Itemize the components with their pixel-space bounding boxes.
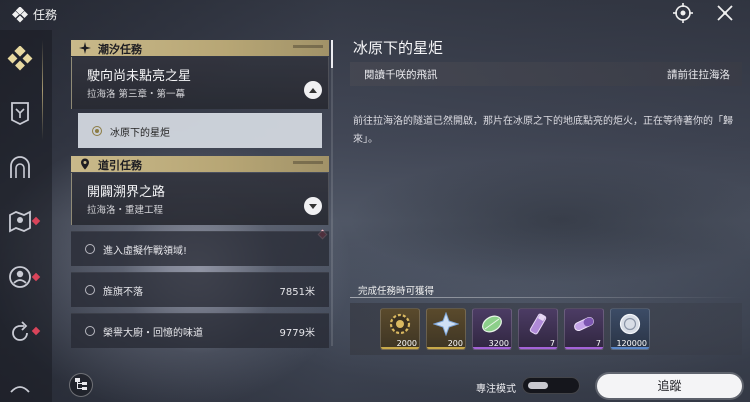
step-radio	[92, 126, 102, 136]
sidebar	[0, 30, 44, 402]
reward-item[interactable]: 2000	[380, 308, 420, 350]
leaf-token-icon	[473, 309, 511, 339]
sidebar-item-banner[interactable]	[5, 100, 35, 130]
map-icon	[7, 208, 33, 238]
refresh-icon	[7, 320, 33, 350]
map-target-icon[interactable]	[672, 2, 694, 24]
sidebar-item-quests[interactable]	[5, 45, 35, 76]
banner-icon	[7, 100, 33, 130]
step-radio	[85, 326, 95, 336]
toggle-knob	[528, 382, 548, 389]
sparkle-icon	[79, 42, 91, 54]
quest-title: 駛向尚未點亮之星	[87, 69, 192, 84]
collapse-button[interactable]	[304, 81, 322, 99]
objective-text: 閱讀千咲的飛訊	[364, 69, 438, 81]
category-tag-decoration	[293, 45, 323, 48]
capsule-icon	[565, 309, 603, 339]
category-tag-decoration	[293, 161, 323, 164]
reward-item[interactable]: 7	[518, 308, 558, 350]
quest-menu-icon	[11, 6, 29, 23]
step-radio	[85, 244, 95, 254]
shell-coin-icon	[611, 309, 649, 339]
rarity-bar	[565, 347, 603, 349]
sidebar-item-arch[interactable]	[5, 154, 35, 184]
step-distance: 7851米	[279, 287, 315, 298]
category-label: 道引任務	[98, 159, 142, 172]
quest-step-item[interactable]: 榮譽大廚・回憶的味道 9779米	[71, 313, 329, 348]
quest-step-item[interactable]: 冰原下的星炬	[78, 113, 322, 148]
step-label: 旌旗不落	[103, 287, 143, 298]
step-distance: 9779米	[279, 328, 315, 339]
step-radio	[85, 285, 95, 295]
step-label: 進入虛擬作戰領域!	[103, 246, 188, 257]
more-icon	[7, 374, 33, 402]
quest-step-item[interactable]: 進入虛擬作戰領域!	[71, 231, 329, 266]
potion-vial-icon	[519, 309, 557, 339]
reward-item[interactable]: 7	[564, 308, 604, 350]
rewards-label: 完成任務時可獲得	[358, 286, 435, 297]
rarity-bar	[381, 347, 419, 349]
sidebar-item-refresh[interactable]	[5, 320, 35, 350]
chevron-up-icon	[309, 87, 317, 93]
top-bar: 任務	[0, 0, 750, 30]
track-button[interactable]: 追蹤	[597, 374, 742, 398]
step-label: 冰原下的星炬	[110, 128, 170, 139]
sidebar-active-glow	[42, 40, 43, 140]
hierarchy-icon	[74, 376, 88, 395]
expand-button[interactable]	[304, 197, 322, 215]
quest-detail-title: 冰原下的星炬	[353, 39, 444, 57]
rewards-divider	[350, 297, 742, 298]
rarity-bar	[519, 347, 557, 349]
gear-coin-icon	[381, 309, 419, 339]
person-circle-icon	[7, 264, 33, 294]
reward-item[interactable]: 120000	[610, 308, 650, 350]
step-label: 榮譽大廚・回憶的味道	[103, 328, 203, 339]
quest-subtitle: 拉海洛 第三章・第一幕	[87, 89, 186, 100]
focus-mode-toggle[interactable]	[522, 377, 580, 394]
category-label: 潮汐任務	[98, 43, 142, 56]
rewards-header: 完成任務時可獲得	[350, 282, 742, 298]
quest-list-scroll-thumb[interactable]	[331, 40, 333, 68]
quest-card-tide[interactable]: 駛向尚未點亮之星 拉海洛 第三章・第一幕	[71, 57, 329, 109]
quest-list-scrollbar[interactable]	[331, 40, 333, 346]
quest-subtitle: 拉海洛・重建工程	[87, 205, 164, 216]
quest-description: 前往拉海洛的隧道已然開啟，那片在冰原之下的地底點亮的炬火，正在等待著你的「歸來」…	[353, 116, 733, 145]
quest-tree-button[interactable]	[69, 373, 93, 397]
sidebar-item-map[interactable]	[5, 208, 35, 238]
reward-item[interactable]: 3200	[472, 308, 512, 350]
quest-diamond-icon	[7, 45, 33, 76]
objective-location: 請前往拉海洛	[667, 69, 730, 81]
close-icon[interactable]	[714, 2, 736, 24]
category-header-guide: 道引任務	[71, 156, 329, 172]
quest-step-item[interactable]: 旌旗不落 7851米	[71, 272, 329, 307]
chevron-down-icon	[309, 203, 317, 209]
reward-item[interactable]: 200	[426, 308, 466, 350]
star-crystal-icon	[427, 309, 465, 339]
rarity-bar	[473, 347, 511, 349]
quest-card-guide[interactable]: 開闢溯界之路 拉海洛・重建工程	[71, 173, 329, 225]
sidebar-item-more[interactable]	[5, 374, 35, 402]
quest-title: 開闢溯界之路	[87, 185, 166, 200]
rarity-bar	[611, 347, 649, 349]
location-pin-icon	[79, 158, 91, 170]
arch-icon	[7, 154, 33, 184]
page-title: 任務	[33, 8, 58, 22]
sidebar-item-profile[interactable]	[5, 264, 35, 294]
category-header-tide: 潮汐任務	[71, 40, 329, 56]
focus-mode-label: 專注模式	[476, 384, 516, 395]
objective-bar: 閱讀千咲的飛訊 請前往拉海洛	[350, 62, 742, 86]
rarity-bar	[427, 347, 465, 349]
